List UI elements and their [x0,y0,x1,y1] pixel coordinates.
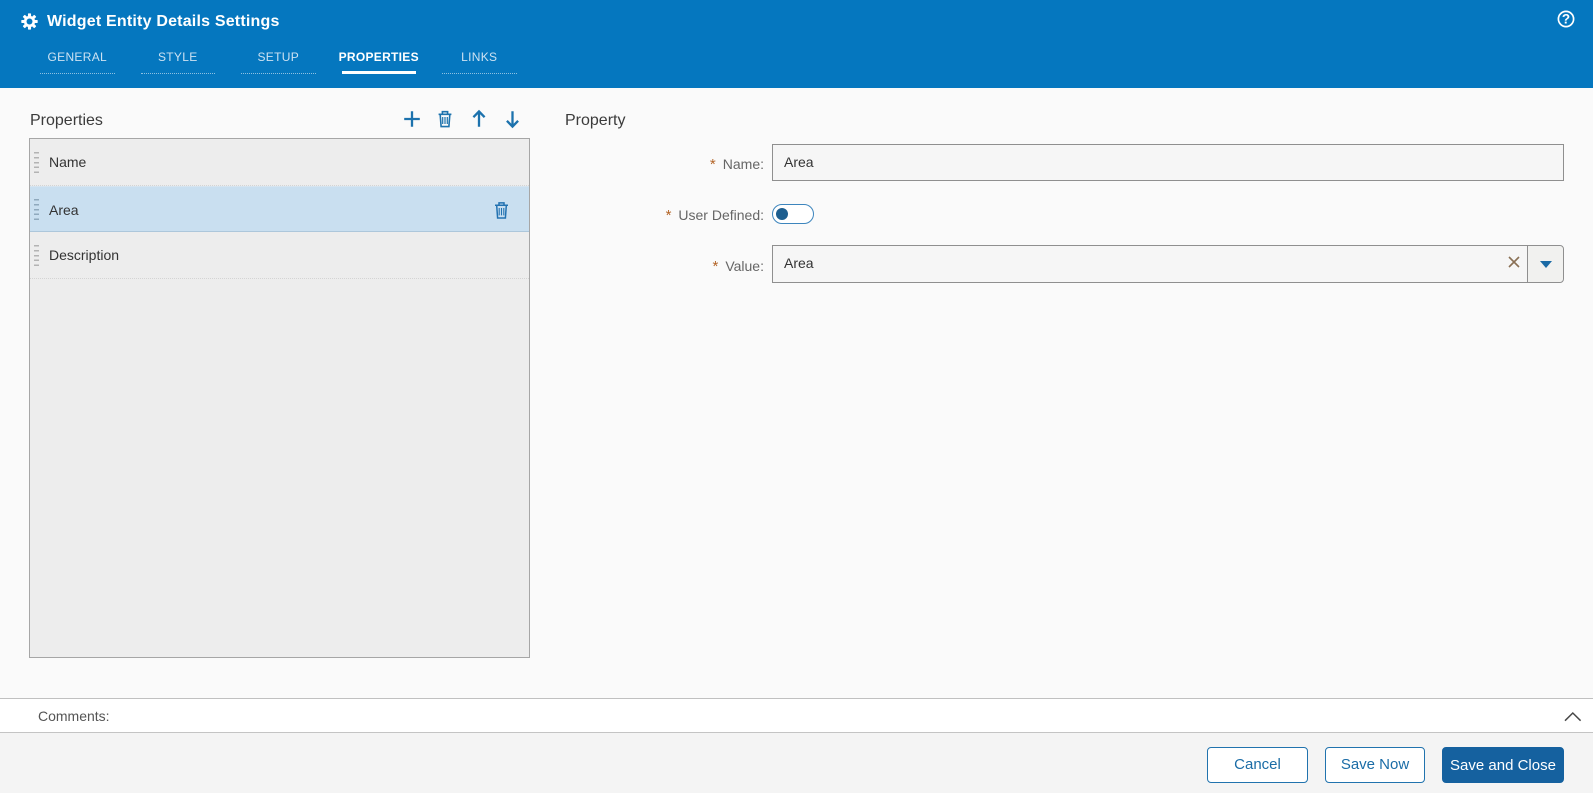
svg-text:?: ? [1562,12,1570,27]
